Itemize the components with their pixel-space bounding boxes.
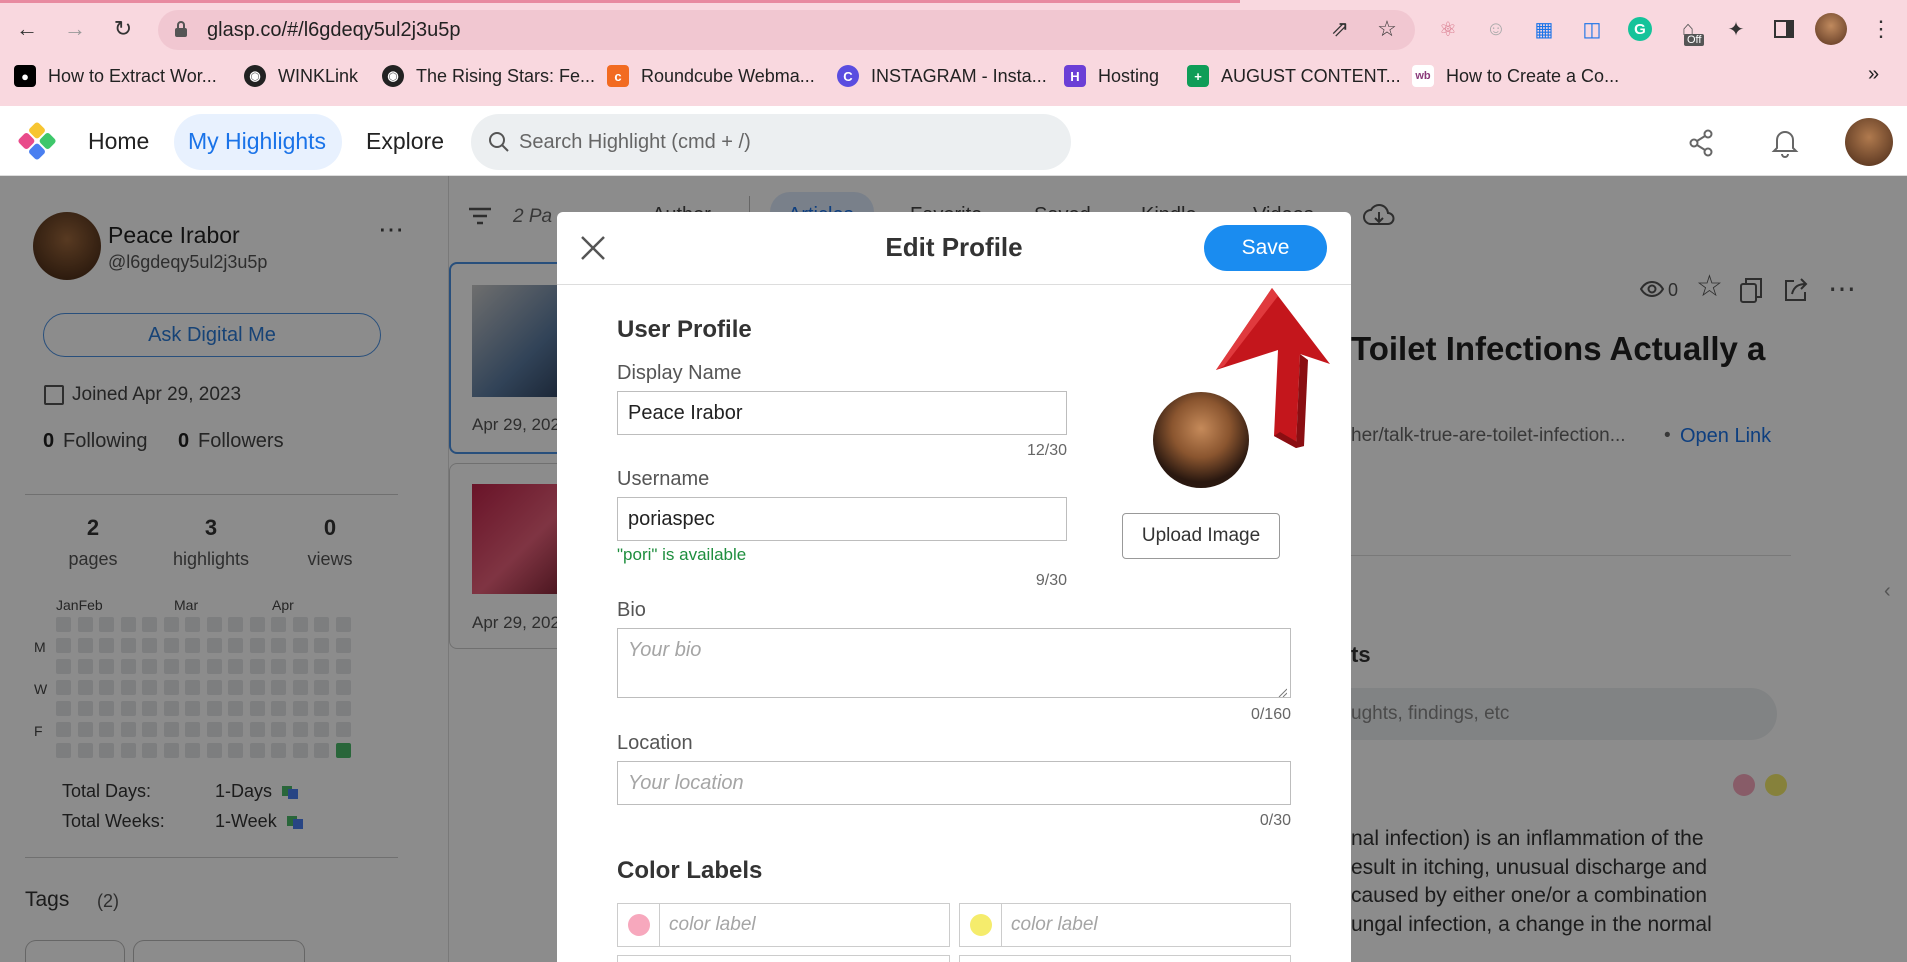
bookmark-2[interactable]: ◉ WINKLink bbox=[244, 64, 358, 88]
browser-profile-avatar[interactable] bbox=[1815, 13, 1847, 45]
nav-explore[interactable]: Explore bbox=[366, 128, 444, 155]
username-availability: "pori" is available bbox=[617, 545, 747, 564]
reload-icon[interactable]: ↻ bbox=[108, 14, 138, 44]
color-label-field[interactable] bbox=[959, 955, 1291, 962]
pink-swatch[interactable] bbox=[627, 914, 650, 936]
yellow-swatch[interactable] bbox=[969, 914, 992, 936]
docs-extension-icon[interactable]: ◫ bbox=[1578, 15, 1606, 43]
back-icon[interactable]: ← bbox=[12, 14, 42, 44]
nav-my-highlights[interactable]: My Highlights bbox=[188, 128, 326, 155]
modal-header-divider bbox=[557, 284, 1351, 285]
glasp-logo-icon[interactable] bbox=[14, 118, 60, 164]
color-label-field[interactable] bbox=[617, 955, 950, 962]
username-counter: 9/30 bbox=[1035, 572, 1067, 589]
bookmark-4[interactable]: c Roundcube Webma... bbox=[607, 64, 815, 88]
location-counter: 0/30 bbox=[1259, 812, 1291, 829]
forward-icon[interactable]: → bbox=[60, 14, 90, 44]
url-text[interactable]: glasp.co/#/l6gdeqy5ul2j3u5p bbox=[207, 19, 461, 42]
bookmark-star-icon[interactable]: ☆ bbox=[1372, 14, 1402, 44]
extension-off-badge: Off bbox=[1684, 34, 1705, 46]
lock-icon bbox=[174, 20, 188, 38]
bookmark-7[interactable]: + AUGUST CONTENT... bbox=[1187, 64, 1401, 88]
cpanel-icon: c bbox=[607, 65, 629, 87]
react-extension-icon[interactable]: ⚛ bbox=[1434, 15, 1462, 43]
color-label-yellow-field[interactable]: color label bbox=[959, 903, 1291, 947]
trello-extension-icon[interactable]: ▦ bbox=[1530, 15, 1558, 43]
globe-icon: ◉ bbox=[382, 65, 404, 87]
bio-label: Bio bbox=[617, 599, 646, 621]
bookmark-5[interactable]: C INSTAGRAM - Insta... bbox=[837, 64, 1047, 88]
grammarly-icon[interactable]: G bbox=[1626, 15, 1654, 43]
bio-counter: 0/160 bbox=[1250, 706, 1291, 723]
medium-icon: ● bbox=[14, 65, 36, 87]
canva-icon: C bbox=[837, 65, 859, 87]
red-arrow-annotation bbox=[1214, 286, 1332, 458]
search-icon bbox=[488, 131, 510, 153]
notifications-bell-icon[interactable] bbox=[1770, 126, 1800, 158]
share-page-icon[interactable]: ⇗ bbox=[1325, 14, 1355, 44]
more-bookmarks-icon[interactable]: » bbox=[1868, 63, 1879, 86]
extensions-puzzle-icon[interactable]: ✦ bbox=[1722, 15, 1750, 43]
browser-menu-icon[interactable]: ⋮ bbox=[1866, 14, 1896, 44]
username-label: Username bbox=[617, 468, 710, 490]
tab-strip-edge bbox=[0, 0, 1240, 3]
bookmark-1[interactable]: ● How to Extract Wor... bbox=[14, 64, 217, 88]
user-profile-heading: User Profile bbox=[617, 316, 752, 343]
display-name-counter: 12/30 bbox=[1026, 442, 1067, 459]
bookmark-6[interactable]: H Hosting bbox=[1064, 64, 1159, 88]
display-name-field[interactable]: Peace Irabor bbox=[617, 391, 1067, 435]
save-button[interactable]: Save bbox=[1204, 225, 1327, 271]
color-label-pink-field[interactable]: color label bbox=[617, 903, 950, 947]
user-avatar[interactable] bbox=[1845, 118, 1893, 166]
share-icon[interactable] bbox=[1686, 128, 1716, 158]
bio-textarea[interactable]: Your bio bbox=[617, 628, 1291, 698]
location-label: Location bbox=[617, 732, 693, 754]
extension-icon[interactable]: ☺ bbox=[1482, 15, 1510, 43]
username-field[interactable]: poriaspec bbox=[617, 497, 1067, 541]
site-icon: wb bbox=[1412, 65, 1434, 87]
location-field[interactable]: Your location bbox=[617, 761, 1291, 805]
search-placeholder: Search Highlight (cmd + /) bbox=[519, 131, 751, 153]
upload-image-button[interactable]: Upload Image bbox=[1122, 513, 1280, 559]
color-labels-heading: Color Labels bbox=[617, 857, 763, 884]
bookmark-8[interactable]: wb How to Create a Co... bbox=[1412, 64, 1619, 88]
side-panel-icon[interactable] bbox=[1770, 15, 1798, 43]
resize-handle-icon[interactable] bbox=[1277, 684, 1288, 698]
hostinger-icon: H bbox=[1064, 65, 1086, 87]
globe-icon: ◉ bbox=[244, 65, 266, 87]
sheets-icon: + bbox=[1187, 65, 1209, 87]
display-name-label: Display Name bbox=[617, 362, 742, 384]
bookmark-3[interactable]: ◉ The Rising Stars: Fe... bbox=[382, 64, 595, 88]
nav-home[interactable]: Home bbox=[88, 128, 149, 155]
